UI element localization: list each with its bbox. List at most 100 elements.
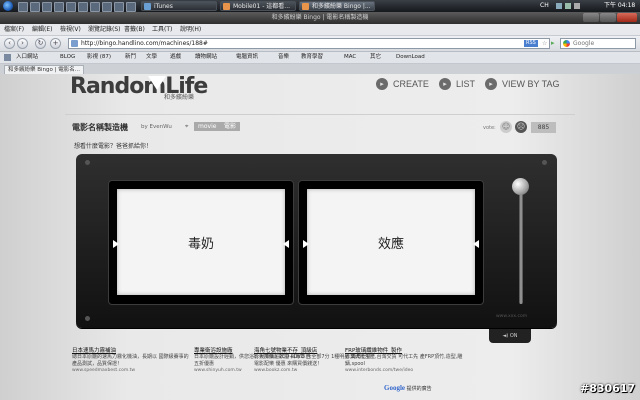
- slot-pointer-left-icon: [303, 240, 309, 248]
- bookmark-item[interactable]: 新鬥: [125, 52, 136, 63]
- list-icon[interactable]: ▸: [439, 78, 451, 90]
- lever-track: [519, 184, 523, 304]
- ad-url[interactable]: www.interbonds.com/twe/ideo: [345, 368, 463, 373]
- slot-machine: 毒奶 效應 www.xxx.com: [76, 154, 557, 328]
- machine-question: 想看什麼電影？爸爸抓給你！: [74, 143, 153, 150]
- menu-file[interactable]: 檔案(F): [4, 24, 24, 35]
- new-tab-button[interactable]: +: [50, 38, 61, 49]
- maximize-button[interactable]: [600, 13, 616, 22]
- google-ads-caption: 提供的廣告: [406, 386, 432, 392]
- menu-tools[interactable]: 工具(T): [152, 24, 172, 35]
- bookmark-item[interactable]: 影視 (87): [87, 52, 111, 63]
- tab-strip: 和多繽紛樂 Bingo | 電影名...: [0, 64, 640, 74]
- back-button[interactable]: ‹: [4, 38, 15, 49]
- bolt-icon: [85, 160, 90, 165]
- sound-label: ON: [509, 333, 518, 339]
- menu-view[interactable]: 檢視(V): [60, 24, 81, 35]
- sound-toggle[interactable]: ◄) ON: [489, 329, 531, 343]
- volume-icon[interactable]: [565, 3, 571, 9]
- result-card-2: 效應: [307, 189, 475, 295]
- taskbar-item-mobile01[interactable]: Mobile01 - 這都看...: [220, 1, 296, 11]
- bookmark-item[interactable]: 音樂: [278, 52, 289, 63]
- tag-dianying[interactable]: 電影: [220, 122, 241, 131]
- url-input[interactable]: [81, 39, 531, 48]
- ad-item[interactable]: FRP玻璃纖維物件_製作 專業大陸生產,台灣交貨 可代工先 產FRP頂竹,造型,…: [345, 346, 463, 373]
- bookmark-item[interactable]: 入口網站: [16, 52, 38, 63]
- quicklaunch-icon[interactable]: [42, 2, 52, 12]
- clock[interactable]: 下午 04:18: [604, 0, 635, 12]
- nav-list-link[interactable]: LIST: [456, 79, 475, 89]
- bookmark-item[interactable]: 其它: [370, 52, 381, 63]
- start-orb-icon[interactable]: [3, 1, 13, 11]
- taskbar-item-bingo[interactable]: 和多繽紛樂 Bingo |...: [299, 1, 375, 11]
- machine-url: www.xxx.com: [496, 314, 528, 319]
- nav-view-by-tag-link[interactable]: VIEW BY TAG: [502, 79, 560, 89]
- menu-bar: 檔案(F) 編輯(E) 檢視(V) 瀏覽記錄(S) 書籤(B) 工具(T) 說明…: [0, 24, 640, 36]
- vote-up-icon[interactable]: ☺: [500, 121, 512, 133]
- quicklaunch-icon[interactable]: [30, 2, 40, 12]
- ad-section: 日本速馬力霧補油 總日本原廠的速馬力霧化機油，長期以 國際級賽事的產品測試，品質…: [66, 346, 550, 396]
- tray-icon[interactable]: [574, 3, 580, 9]
- menu-history[interactable]: 瀏覽記錄(S): [88, 24, 121, 35]
- ad-title[interactable]: FRP玻璃纖維物件_製作: [345, 346, 463, 354]
- bookmark-item[interactable]: DownLoad: [396, 52, 425, 63]
- bookmark-item[interactable]: MAC: [344, 52, 356, 63]
- network-icon[interactable]: [556, 3, 562, 9]
- language-indicator[interactable]: CH: [540, 0, 549, 12]
- menu-bookmarks[interactable]: 書籤(B): [124, 24, 145, 35]
- bookmark-item[interactable]: 電腦資訊: [236, 52, 258, 63]
- ad-url[interactable]: www.speedmaxbest.com.tw: [72, 368, 190, 373]
- create-icon[interactable]: ▸: [376, 78, 388, 90]
- window-titlebar: 和多繽紛樂 Bingo | 電影名稱製造機: [0, 12, 640, 24]
- address-bar[interactable]: RSS ☆: [68, 38, 550, 49]
- quicklaunch-icon[interactable]: [18, 2, 28, 12]
- nav-create-link[interactable]: CREATE: [393, 79, 429, 89]
- menu-help[interactable]: 說明(H): [180, 24, 201, 35]
- bookmark-item[interactable]: 教育學習: [301, 52, 323, 63]
- bookmarks-icon[interactable]: [4, 54, 11, 61]
- quicklaunch-icon[interactable]: [66, 2, 76, 12]
- bolt-icon: [542, 160, 547, 165]
- bookmark-item[interactable]: BLOG: [60, 52, 75, 63]
- search-box[interactable]: [560, 38, 636, 49]
- minimize-button[interactable]: [583, 13, 599, 22]
- bookmarks-toolbar: 入口網站 BLOG 影視 (87) 新鬥 文學 遊戲 讀物網站 電腦資訊 音樂 …: [0, 52, 640, 64]
- google-ads-label[interactable]: Google 提供的廣告: [384, 384, 432, 392]
- view-by-tag-icon[interactable]: ▸: [485, 78, 497, 90]
- taskbar-item-itunes[interactable]: iTunes: [141, 1, 217, 11]
- forward-button[interactable]: ›: [17, 38, 28, 49]
- bolt-icon: [85, 316, 90, 321]
- itunes-icon: [144, 3, 151, 10]
- taskbar: iTunes Mobile01 - 這都看... 和多繽紛樂 Bingo |..…: [0, 0, 640, 12]
- close-button[interactable]: [617, 13, 637, 22]
- reload-button[interactable]: ↻: [35, 38, 46, 49]
- quicklaunch-icon[interactable]: [54, 2, 64, 12]
- bookmark-item[interactable]: 讀物網站: [195, 52, 217, 63]
- quicklaunch-icon[interactable]: [114, 2, 124, 12]
- vote-down-icon[interactable]: ☹: [515, 121, 527, 133]
- ad-body: 專業大陸生產,台灣交貨 可代工先 產FRP頂竹,造型,雕鑄,spool: [345, 354, 463, 367]
- machine-author[interactable]: by EvenWu: [141, 124, 172, 130]
- lever-handle[interactable]: [512, 178, 529, 195]
- search-input[interactable]: [573, 39, 633, 48]
- bookmark-star-icon[interactable]: ☆: [542, 40, 547, 47]
- quicklaunch-icon[interactable]: [126, 2, 136, 12]
- quicklaunch-icon[interactable]: [102, 2, 112, 12]
- navigation-toolbar: ‹ › ↻ + RSS ☆ ▸: [0, 36, 640, 52]
- bookmark-item[interactable]: 遊戲: [170, 52, 181, 63]
- tab-bingo[interactable]: 和多繽紛樂 Bingo | 電影名...: [4, 65, 84, 74]
- result-slot-2: 效應: [298, 180, 484, 305]
- tag-movie[interactable]: movie: [194, 122, 221, 131]
- bookmark-item[interactable]: 文學: [146, 52, 157, 63]
- ad-title[interactable]: 日本速馬力霧補油: [72, 346, 190, 354]
- slot-pointer-right-icon: [283, 240, 289, 248]
- go-arrow-icon[interactable]: ▸: [551, 39, 558, 48]
- logo-arrow-icon: [148, 76, 166, 90]
- rss-icon[interactable]: RSS: [524, 40, 538, 47]
- divider: [65, 114, 575, 115]
- speaker-icon: ◄): [502, 333, 509, 339]
- quicklaunch-icon[interactable]: [78, 2, 88, 12]
- quicklaunch-icon[interactable]: [90, 2, 100, 12]
- menu-edit[interactable]: 編輯(E): [32, 24, 52, 35]
- ad-item[interactable]: 日本速馬力霧補油 總日本原廠的速馬力霧化機油，長期以 國際級賽事的產品測試，品質…: [72, 346, 190, 373]
